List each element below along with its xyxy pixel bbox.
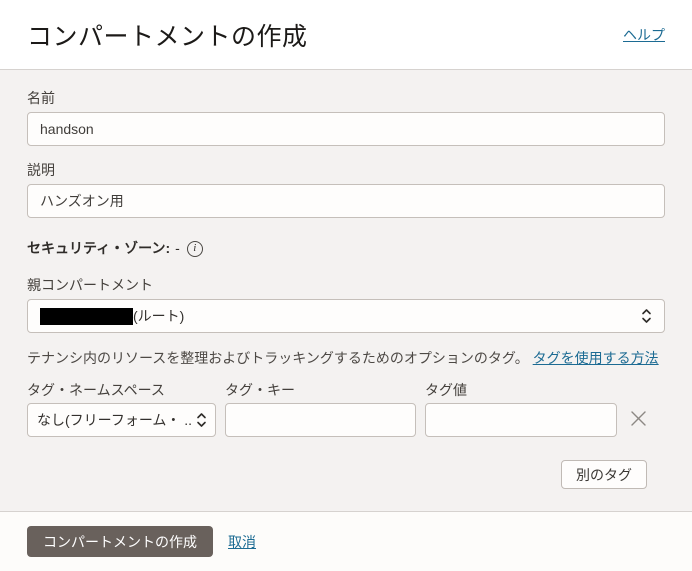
tag-namespace-select[interactable]: なし(フリーフォーム・ ... (27, 403, 216, 437)
remove-tag-button[interactable] (627, 409, 649, 431)
another-tag-button[interactable]: 別のタグ (561, 460, 647, 489)
help-link[interactable]: ヘルプ (623, 25, 665, 45)
cancel-link[interactable]: 取消 (228, 532, 256, 552)
page-title: コンパートメントの作成 (27, 22, 308, 51)
tag-namespace-label: タグ・ネームスペース (27, 382, 165, 398)
security-zone-label: セキュリティ・ゾーン: (27, 240, 171, 256)
chevron-updown-icon (196, 411, 207, 429)
parent-compartment-group: 親コンパートメント (ルート) (27, 277, 665, 333)
redacted-tenancy-name (40, 307, 133, 325)
name-input[interactable] (27, 112, 665, 146)
tag-namespace-value: なし(フリーフォーム・ ... (37, 412, 192, 428)
dialog-footer: コンパートメントの作成 取消 (0, 512, 692, 571)
tag-value-label: タグ値 (425, 382, 467, 398)
create-compartment-dialog: コンパートメントの作成 ヘルプ 名前 説明 セキュリティ・ゾーン: - i 親コ… (0, 0, 692, 571)
close-icon (630, 410, 647, 430)
tag-value-input[interactable] (425, 403, 617, 437)
name-field-group: 名前 (27, 90, 665, 146)
tag-fields-row: なし(フリーフォーム・ ... (27, 403, 665, 437)
info-icon[interactable]: i (186, 240, 203, 257)
parent-compartment-label: 親コンパートメント (27, 277, 153, 293)
tags-intro-text: テナンシ内のリソースを整理およびトラッキングするためのオプションのタグ。 (27, 350, 529, 366)
create-compartment-button[interactable]: コンパートメントの作成 (27, 526, 213, 557)
tag-key-input[interactable] (225, 403, 416, 437)
security-zone-row: セキュリティ・ゾーン: - i (27, 240, 665, 257)
description-field-group: 説明 (27, 162, 665, 218)
tag-key-label: タグ・キー (225, 382, 295, 398)
name-label: 名前 (27, 90, 55, 106)
parent-compartment-select[interactable]: (ルート) (27, 299, 665, 333)
security-zone-value: - (175, 240, 180, 256)
parent-compartment-value: (ルート) (133, 308, 185, 324)
another-tag-row: 別のタグ (27, 460, 665, 489)
description-label: 説明 (27, 162, 55, 178)
description-input[interactable] (27, 184, 665, 218)
dialog-header: コンパートメントの作成 ヘルプ (0, 0, 692, 70)
dialog-body: 名前 説明 セキュリティ・ゾーン: - i 親コンパートメント (ルート) (0, 70, 692, 512)
tags-intro-row: テナンシ内のリソースを整理およびトラッキングするためのオプションのタグ。 タグを… (27, 350, 665, 367)
tags-help-link[interactable]: タグを使用する方法 (533, 350, 659, 366)
tag-labels-row: タグ・ネームスペース タグ・キー タグ値 (27, 382, 665, 398)
chevron-updown-icon (641, 307, 652, 325)
